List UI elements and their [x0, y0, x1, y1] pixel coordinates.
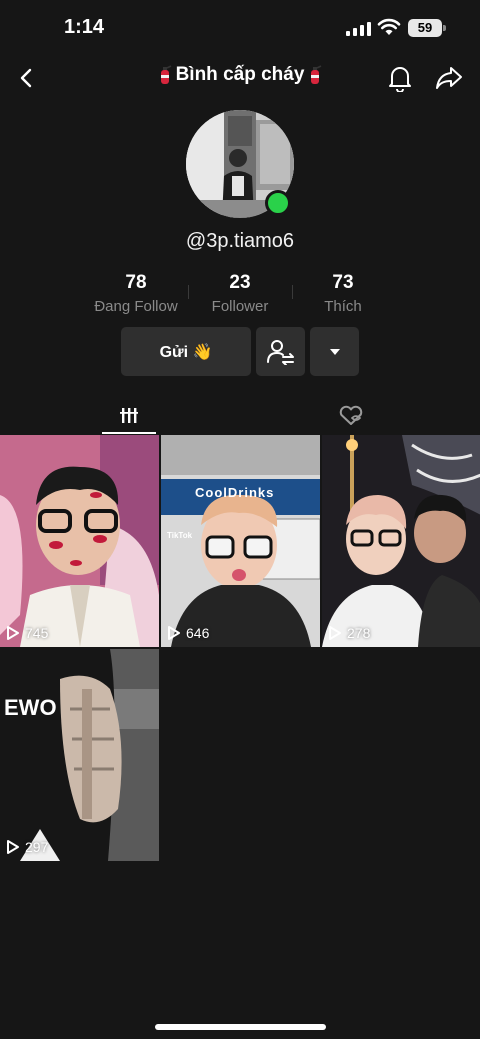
stat-label: Đang Follow: [94, 298, 178, 315]
bell-icon: [389, 67, 411, 92]
share-button[interactable]: [433, 62, 465, 94]
tiktok-watermark: TikTok: [167, 531, 193, 540]
grid-bars-icon: [120, 408, 138, 423]
stat-label: Thích: [324, 298, 362, 315]
play-icon: [168, 626, 180, 640]
view-count: 646: [167, 625, 209, 641]
view-count-value: 646: [186, 625, 210, 641]
back-button[interactable]: [12, 62, 40, 94]
play-icon: [7, 840, 19, 854]
home-indicator[interactable]: [155, 1024, 326, 1030]
notification-button[interactable]: [385, 62, 415, 94]
view-count: 297: [6, 839, 48, 855]
stat-likes[interactable]: 73 Thích: [288, 272, 398, 315]
view-count: 745: [6, 625, 48, 641]
cellular-signal-icon: [346, 22, 371, 36]
video-thumbnail[interactable]: 745: [0, 435, 159, 647]
more-dropdown-button[interactable]: [310, 327, 359, 376]
stat-value: 78: [125, 272, 147, 293]
play-icon: [329, 626, 341, 640]
view-count-value: 745: [25, 625, 49, 641]
send-message-button[interactable]: Gửi 👋: [121, 327, 251, 376]
fire-extinguisher-icon: [158, 65, 172, 85]
stat-followers[interactable]: 23 Follower: [185, 272, 295, 315]
tab-videos[interactable]: [102, 398, 156, 434]
follow-switch-button[interactable]: [256, 327, 305, 376]
video-thumbnail[interactable]: 278: [322, 435, 480, 647]
stat-value: 73: [332, 272, 354, 293]
play-icon: [7, 626, 19, 640]
heart-hidden-icon: [339, 405, 363, 425]
share-arrow-icon: [436, 67, 462, 89]
tab-liked-private[interactable]: [324, 398, 378, 434]
view-count: 278: [328, 625, 370, 641]
thumbnail-sign-text: CoolDrinks: [195, 485, 275, 500]
video-thumbnail[interactable]: CoolDrinks TikTok 646: [161, 435, 320, 647]
profile-title: Bình cấp cháy: [175, 64, 305, 85]
fire-extinguisher-icon: [308, 65, 322, 85]
view-count-value: 278: [347, 625, 371, 641]
chevron-left-icon: [20, 68, 32, 88]
page-title: Bình cấp cháy: [110, 64, 370, 86]
stat-value: 23: [229, 272, 251, 293]
video-thumbnail[interactable]: EWO 297: [0, 649, 159, 861]
thumbnail-jacket-text: EWO: [4, 695, 57, 720]
user-swap-icon: [266, 339, 294, 365]
status-time: 1:14: [64, 16, 105, 38]
wifi-icon: [377, 18, 401, 41]
view-count-value: 297: [25, 839, 49, 855]
battery-icon: [443, 25, 446, 31]
status-bar: 1:14 59: [0, 0, 480, 56]
username: @3p.tiamo6: [185, 230, 295, 252]
caret-down-icon: [329, 348, 340, 355]
online-status-indicator: [265, 190, 291, 216]
stat-following[interactable]: 78 Đang Follow: [81, 272, 191, 315]
stat-label: Follower: [211, 298, 269, 315]
battery-level: 59: [408, 19, 442, 37]
